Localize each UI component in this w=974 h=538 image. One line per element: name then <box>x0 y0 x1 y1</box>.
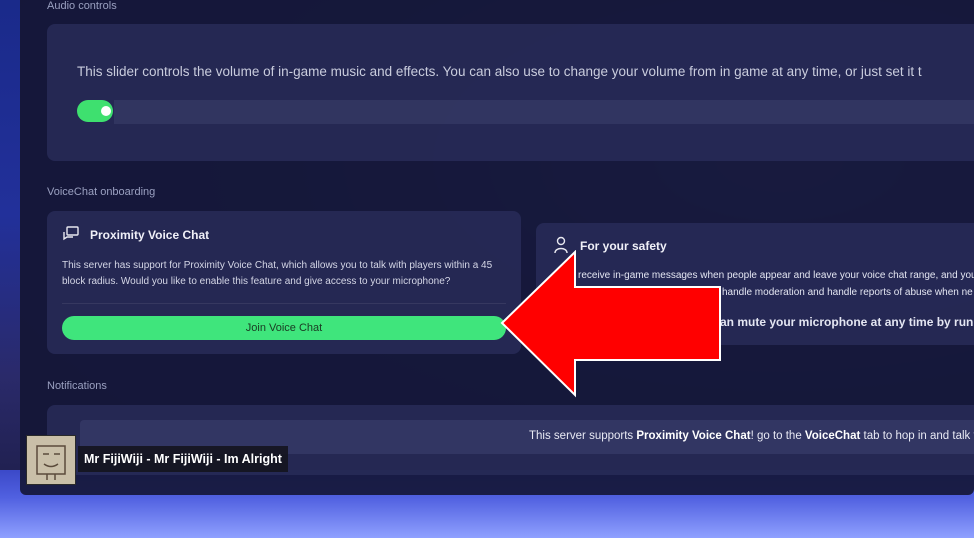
toggle-knob <box>101 106 111 116</box>
audio-description: This slider controls the volume of in-ga… <box>77 64 922 79</box>
game-world-left <box>0 0 20 538</box>
safety-line-3: an mute your microphone at any time by r… <box>720 315 974 329</box>
notification-text: This server supports Proximity Voice Cha… <box>529 430 974 442</box>
proximity-divider <box>62 303 506 304</box>
audio-section-label: Audio controls <box>47 0 117 12</box>
safety-line-2: handle moderation and handle reports of … <box>722 287 973 298</box>
album-art <box>26 435 76 485</box>
notifications-section-label: Notifications <box>47 380 107 392</box>
join-voice-chat-button[interactable]: Join Voice Chat <box>62 316 506 340</box>
now-playing-widget: Mr FijiWiji - Mr FijiWiji - Im Alright <box>26 435 290 485</box>
audio-card <box>47 24 974 161</box>
chat-bubbles-icon <box>63 226 79 241</box>
red-arrow-annotation <box>500 250 721 398</box>
track-title: Mr FijiWiji - Mr FijiWiji - Im Alright <box>78 446 288 472</box>
volume-slider[interactable] <box>114 100 974 124</box>
album-face-icon <box>36 445 66 480</box>
proximity-title: Proximity Voice Chat <box>90 228 210 242</box>
audio-toggle[interactable] <box>77 100 113 122</box>
voicechat-section-label: VoiceChat onboarding <box>47 186 156 198</box>
proximity-body: This server has support for Proximity Vo… <box>62 260 493 287</box>
